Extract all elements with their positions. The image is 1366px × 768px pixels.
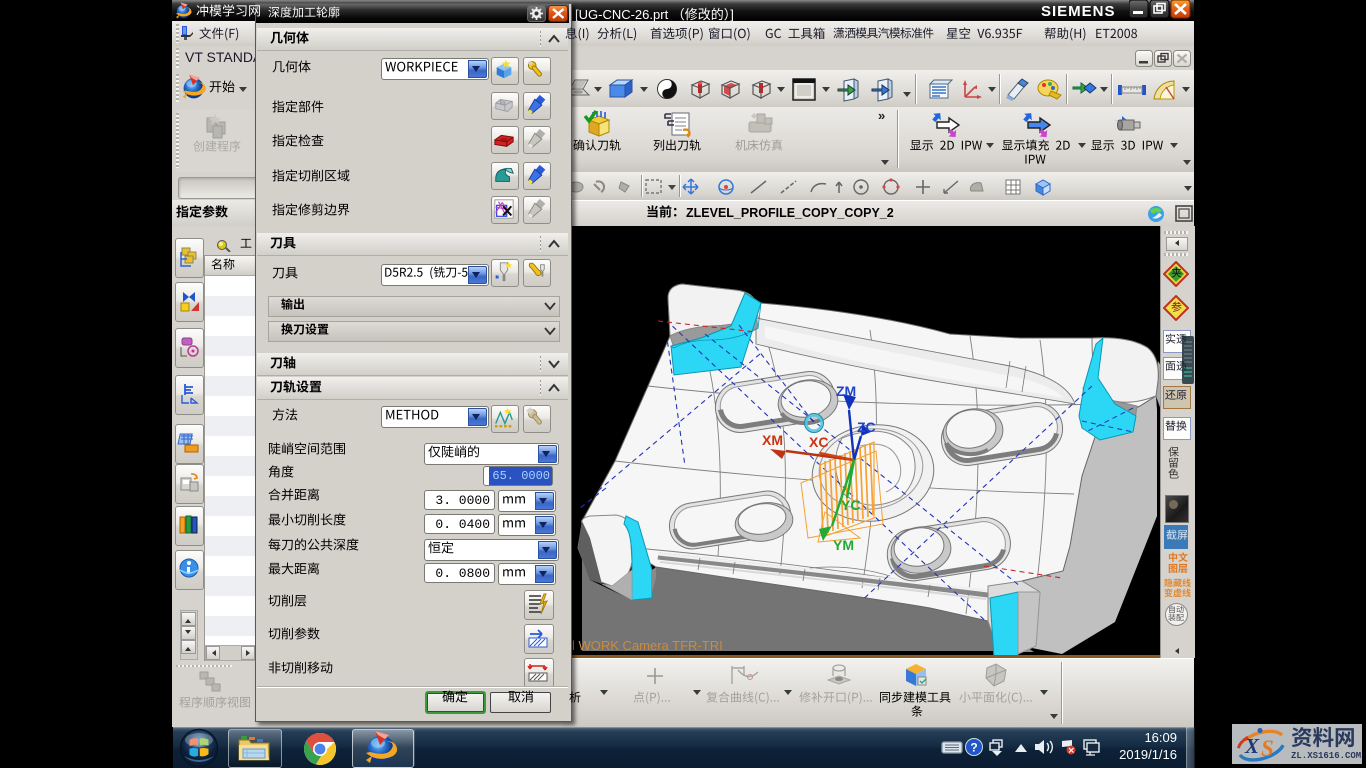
svg-text:YM: YM — [833, 537, 854, 553]
svg-text:S: S — [1261, 736, 1274, 761]
svg-text:ZC: ZC — [857, 419, 876, 435]
svg-text:?: ? — [970, 741, 977, 755]
svg-text:XC: XC — [809, 434, 828, 450]
svg-text:ZM: ZM — [836, 383, 856, 399]
svg-text:XM: XM — [762, 432, 783, 448]
svg-text:YC: YC — [841, 497, 860, 513]
svg-text:X: X — [1244, 734, 1260, 758]
